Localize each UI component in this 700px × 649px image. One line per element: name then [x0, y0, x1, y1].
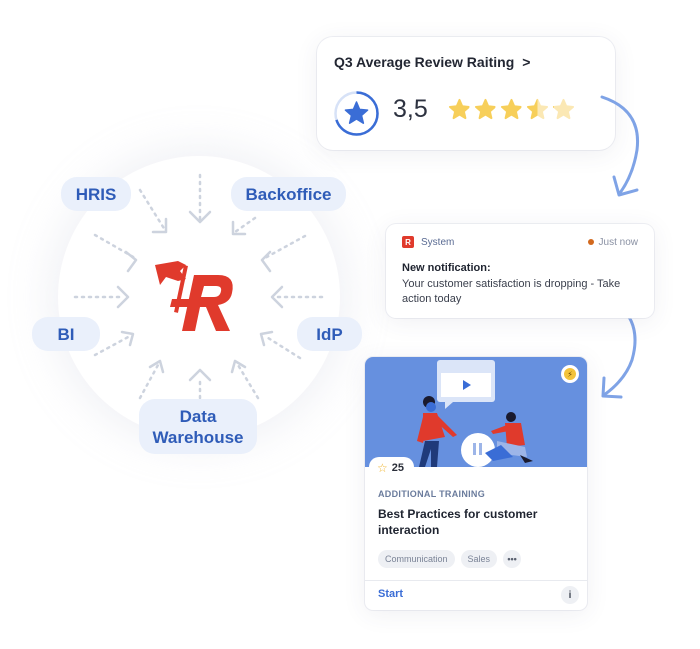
- divider: [365, 580, 587, 581]
- status-dot-icon: [587, 239, 594, 245]
- rating-title[interactable]: Q3 Average Review Raiting >: [334, 54, 530, 70]
- source-pill-data-warehouse[interactable]: Data Warehouse: [139, 399, 257, 454]
- info-icon[interactable]: i: [561, 586, 579, 604]
- lightning-icon: ⚡: [564, 368, 576, 380]
- star-half-icon: [526, 98, 549, 120]
- source-pill-idp[interactable]: IdP: [297, 317, 362, 351]
- system-logo-icon: R: [402, 236, 414, 248]
- course-tags: Communication Sales •••: [378, 550, 522, 568]
- brand-logo-icon: [155, 261, 233, 331]
- rating-title-text: Q3 Average Review Raiting: [334, 54, 515, 70]
- star-filled-icon: [474, 98, 497, 120]
- course-title: Best Practices for customer interaction: [378, 507, 538, 537]
- star-filled-icon: [500, 98, 523, 120]
- star-outline-icon: ☆: [377, 461, 388, 475]
- star-icon: [344, 101, 369, 124]
- tag-sales[interactable]: Sales: [460, 550, 498, 568]
- notification-source: R System: [402, 236, 454, 248]
- flow-arrow-2: [602, 303, 637, 397]
- course-card[interactable]: ⚡ ☆ 25 ADDITIONAL TRAINING Best Practice…: [365, 357, 587, 610]
- start-button[interactable]: Start: [378, 588, 403, 600]
- notification-header: R System Just now: [402, 236, 638, 248]
- source-pill-backoffice[interactable]: Backoffice: [231, 177, 346, 211]
- star-empty-icon: [552, 98, 575, 120]
- notification-time-label: Just now: [598, 236, 638, 248]
- training-illustration: [417, 360, 533, 467]
- course-hero-image: ⚡: [365, 357, 587, 467]
- flow-arrow-1-head: [612, 175, 639, 197]
- source-pill-hris[interactable]: HRIS: [61, 177, 131, 211]
- notification-time: Just now: [587, 236, 638, 248]
- tag-communication[interactable]: Communication: [378, 550, 455, 568]
- more-tags-button[interactable]: •••: [503, 550, 522, 568]
- featured-badge: ⚡: [561, 365, 579, 383]
- course-category: ADDITIONAL TRAINING: [378, 489, 486, 499]
- pause-icon: [473, 443, 476, 455]
- review-rating-card[interactable]: Q3 Average Review Raiting > 3,5: [317, 37, 615, 150]
- likes-count: 25: [391, 462, 405, 474]
- likes-badge: ☆ 25: [369, 457, 415, 479]
- notification-title: New notification:: [402, 262, 491, 274]
- notification-card[interactable]: R System Just now New notification: Your…: [386, 224, 654, 318]
- chevron-right-icon: >: [522, 54, 531, 70]
- source-pill-bi[interactable]: BI: [32, 317, 100, 351]
- notification-body: Your customer satisfaction is dropping -…: [402, 278, 621, 305]
- notification-source-label: System: [421, 236, 455, 248]
- rating-progress-icon: [334, 91, 379, 136]
- flow-arrow-2-head: [601, 376, 623, 399]
- rating-stars: [448, 98, 575, 121]
- rating-value: 3,5: [393, 95, 428, 123]
- star-filled-icon: [448, 98, 471, 120]
